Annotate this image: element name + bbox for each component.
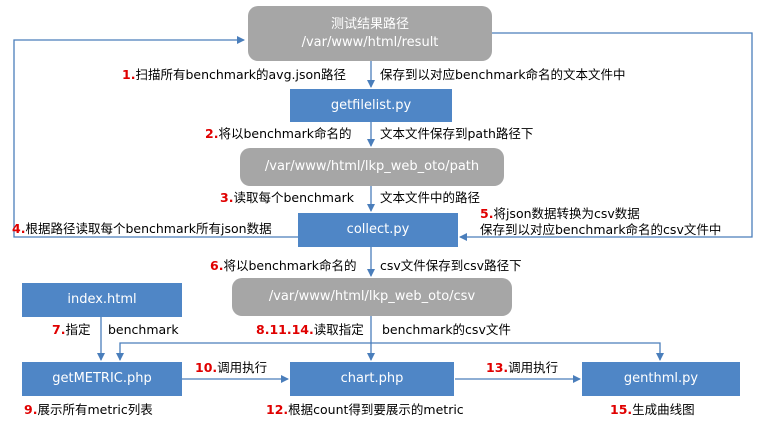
index-node: index.html — [22, 283, 182, 317]
arrow-csv-to-genthml — [371, 342, 664, 361]
path-dir-node: /var/www/html/lkp_web_oto/path — [240, 148, 504, 186]
csv-dir-label: /var/www/html/lkp_web_oto/csv — [268, 289, 476, 304]
index-label: index.html — [67, 292, 137, 307]
step-13-label: 13.调用执行 — [486, 360, 558, 376]
step-15-text: 生成曲线图 — [632, 402, 695, 417]
connector-lines — [13, 32, 753, 383]
step-2-label: 2.将以benchmark命名的 — [205, 126, 352, 142]
step-4-text: 根据路径读取每个benchmark所有json数据 — [25, 221, 272, 236]
getfilelist-label: getfilelist.py — [330, 97, 412, 113]
step-4-number: 4. — [12, 221, 26, 236]
step-3-label: 3.读取每个benchmark — [220, 190, 354, 206]
step-10-number: 10. — [195, 360, 218, 375]
step-3b-text: 文本文件中的路径 — [380, 190, 481, 205]
csv-dir-node: /var/www/html/lkp_web_oto/csv — [232, 278, 512, 316]
step-4-label: 4.根据路径读取每个benchmark所有json数据 — [12, 221, 272, 237]
step-6b-label: csv文件保存到csv路径下 — [380, 258, 522, 274]
step-6-text: 将以benchmark命名的 — [223, 258, 357, 273]
result-path-value: /var/www/html/result — [301, 34, 439, 50]
step-2-text: 将以benchmark命名的 — [218, 126, 352, 141]
step-10-text: 调用执行 — [217, 360, 268, 375]
step-3-text: 读取每个benchmark — [233, 190, 355, 205]
step-1b-label: 保存到以对应benchmark命名的文本文件中 — [380, 67, 626, 83]
step-7b-label: benchmark — [108, 322, 179, 338]
step-5b-label: 保存到以对应benchmark命名的csv文件中 — [480, 222, 721, 238]
step-15-number: 15. — [610, 402, 633, 417]
step-5-number: 5. — [480, 206, 494, 221]
chart-node: chart.php — [290, 362, 454, 396]
step-13-number: 13. — [486, 360, 509, 375]
step-6-number: 6. — [210, 258, 224, 273]
step-7b-text: benchmark — [108, 322, 179, 337]
result-path-title: 测试结果路径 — [330, 16, 409, 32]
step-12-number: 12. — [266, 402, 289, 417]
step-7-number: 7. — [52, 322, 66, 337]
collect-label: collect.py — [346, 222, 410, 237]
step-15-label: 15.生成曲线图 — [610, 402, 695, 418]
step-1-text: 扫描所有benchmark的avg.json路径 — [135, 67, 347, 82]
genthml-node: genthml.py — [582, 362, 740, 396]
chart-label: chart.php — [340, 371, 404, 386]
step-8-text: 读取指定 — [313, 322, 364, 337]
step-7-text: 指定 — [65, 322, 91, 337]
step-7-label: 7.指定 — [52, 322, 90, 338]
step-3b-label: 文本文件中的路径 — [380, 190, 480, 206]
getmetric-label: getMETRIC.php — [52, 371, 152, 386]
step-12-text: 根据count得到要展示的metric — [288, 402, 464, 417]
genthml-label: genthml.py — [623, 371, 699, 386]
arrow-csv-to-getmetric — [116, 342, 371, 361]
path-dir-label: /var/www/html/lkp_web_oto/path — [264, 159, 480, 174]
step-12-label: 12.根据count得到要展示的metric — [266, 402, 464, 418]
step-6b-text: csv文件保存到csv路径下 — [380, 258, 522, 273]
result-path-node: 测试结果路径 /var/www/html/result — [248, 6, 492, 61]
step-5-text: 将json数据转换为csv数据 — [493, 206, 640, 221]
step-5-label: 5.将json数据转换为csv数据 — [480, 206, 640, 222]
step-1-label: 1.扫描所有benchmark的avg.json路径 — [122, 67, 346, 83]
collect-node: collect.py — [298, 213, 458, 247]
step-2-number: 2. — [205, 126, 219, 141]
step-10-label: 10.调用执行 — [195, 360, 267, 376]
getfilelist-node: getfilelist.py — [290, 89, 452, 122]
step-3-number: 3. — [220, 190, 234, 205]
step-2b-label: 文本文件保存到path路径下 — [380, 126, 533, 142]
step-2b-text: 文本文件保存到path路径下 — [380, 126, 534, 141]
step-8b-label: benchmark的csv文件 — [382, 322, 511, 338]
step-9-text: 展示所有metric列表 — [37, 402, 153, 417]
step-9-label: 9.展示所有metric列表 — [24, 402, 153, 418]
step-8-label: 8.11.14.读取指定 — [256, 322, 364, 338]
step-5b-text: 保存到以对应benchmark命名的csv文件中 — [480, 222, 722, 237]
step-13-text: 调用执行 — [508, 360, 559, 375]
step-9-number: 9. — [24, 402, 38, 417]
step-1-number: 1. — [122, 67, 136, 82]
step-1b-text: 保存到以对应benchmark命名的文本文件中 — [380, 67, 626, 82]
getmetric-node: getMETRIC.php — [22, 362, 182, 396]
step-6-label: 6.将以benchmark命名的 — [210, 258, 357, 274]
step-8-number: 8.11.14. — [256, 322, 314, 337]
step-8b-text: benchmark的csv文件 — [382, 322, 511, 337]
